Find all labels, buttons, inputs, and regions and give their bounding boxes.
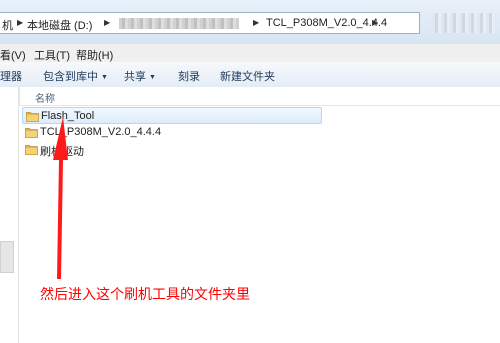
arrow-shape [53, 117, 68, 279]
annotation-text: 然后进入这个刷机工具的文件夹里 [40, 286, 250, 302]
